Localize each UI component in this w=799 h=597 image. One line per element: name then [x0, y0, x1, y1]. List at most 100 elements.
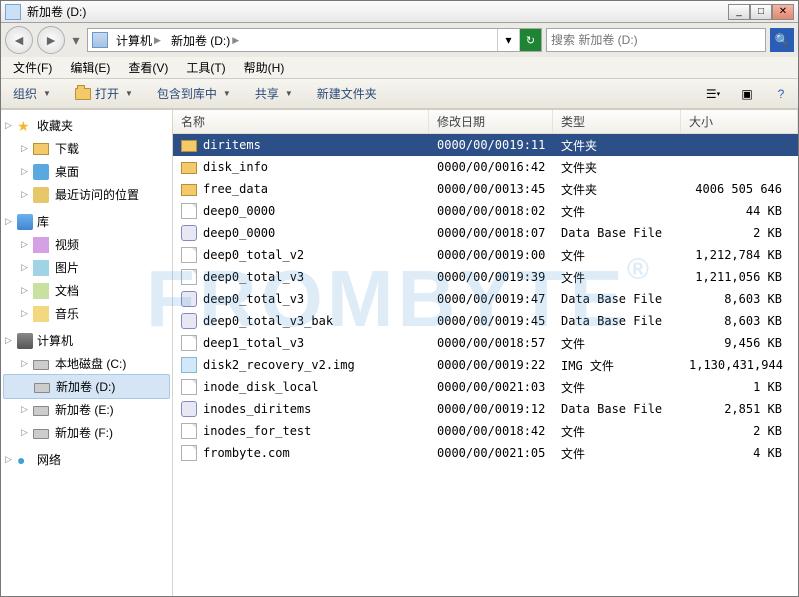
- open-button[interactable]: 打开▼: [69, 83, 139, 104]
- file-size: 4006 505 646: [681, 182, 790, 196]
- file-name: diritems: [203, 138, 261, 152]
- address-bar[interactable]: 计算机▶ 新加卷 (D:)▶ ▾ ↻: [87, 28, 542, 52]
- file-row[interactable]: deep0_total_v30000/00/0019:47Data Base F…: [173, 288, 798, 310]
- col-size[interactable]: 大小: [681, 110, 798, 133]
- db-icon: [181, 291, 197, 307]
- file-type: 文件: [553, 203, 681, 220]
- view-options-button[interactable]: ☰▾: [702, 83, 724, 105]
- sidebar-group-label: 库: [37, 213, 49, 230]
- sidebar-item[interactable]: ▷桌面: [1, 160, 172, 183]
- file-size: 1 KB: [681, 380, 790, 394]
- file-row[interactable]: deep0_00000000/00/0018:07Data Base File2…: [173, 222, 798, 244]
- col-type[interactable]: 类型: [553, 110, 681, 133]
- file-row[interactable]: inodes_diritems0000/00/0019:12Data Base …: [173, 398, 798, 420]
- menu-tools[interactable]: 工具(T): [178, 57, 233, 78]
- sidebar-item[interactable]: ▷文档: [1, 279, 172, 302]
- file-row[interactable]: disk2_recovery_v2.img0000/00/0019:22IMG …: [173, 354, 798, 376]
- menu-edit[interactable]: 编辑(E): [62, 57, 118, 78]
- file-date: 0000/00/0018:42: [429, 424, 553, 438]
- share-button[interactable]: 共享▼: [249, 83, 299, 104]
- forward-button[interactable]: ►: [37, 26, 65, 54]
- file-name: deep0_total_v3_bak: [203, 314, 333, 328]
- file-row[interactable]: deep0_00000000/00/0018:02文件44 KB: [173, 200, 798, 222]
- db-icon: [181, 225, 197, 241]
- address-dropdown[interactable]: ▾: [497, 29, 519, 51]
- breadcrumb-root[interactable]: 计算机▶: [112, 29, 167, 51]
- sidebar-item[interactable]: ▷ 视频: [1, 233, 172, 256]
- help-button[interactable]: ?: [770, 83, 792, 105]
- search-input[interactable]: [547, 30, 765, 50]
- file-row[interactable]: deep1_total_v30000/00/0018:57文件9,456 KB: [173, 332, 798, 354]
- back-button[interactable]: ◄: [5, 26, 33, 54]
- chevron-icon: ▷: [21, 239, 28, 250]
- file-list[interactable]: diritems0000/00/0019:11文件夹disk_info0000/…: [173, 134, 798, 596]
- file-row[interactable]: deep0_total_v20000/00/0019:00文件1,212,784…: [173, 244, 798, 266]
- desk-icon: [33, 164, 49, 180]
- sidebar-item[interactable]: ▷新加卷 (F:): [1, 421, 172, 444]
- menu-file[interactable]: 文件(F): [5, 57, 60, 78]
- column-headers: 名称 修改日期 类型 大小: [173, 110, 798, 134]
- search-button[interactable]: 🔍: [770, 28, 794, 52]
- file-size: 2 KB: [681, 226, 790, 240]
- maximize-button[interactable]: □: [750, 4, 772, 20]
- sidebar-item-label: 图片: [55, 259, 79, 276]
- preview-pane-button[interactable]: ▣: [736, 83, 758, 105]
- sidebar-group-libraries[interactable]: ▷库: [1, 210, 172, 233]
- sidebar-item-label: 音乐: [55, 305, 79, 322]
- file-row[interactable]: frombyte.com0000/00/0021:05文件4 KB: [173, 442, 798, 464]
- minimize-button[interactable]: _: [728, 4, 750, 20]
- file-type: 文件夹: [553, 159, 681, 176]
- file-row[interactable]: deep0_total_v30000/00/0019:39文件1,211,056…: [173, 266, 798, 288]
- sidebar-item[interactable]: 新加卷 (D:): [3, 374, 170, 399]
- history-dropdown[interactable]: ▾: [69, 30, 83, 50]
- sidebar-item[interactable]: ▷音乐: [1, 302, 172, 325]
- sidebar-item-label: 下载: [55, 140, 79, 157]
- file-date: 0000/00/0018:02: [429, 204, 553, 218]
- folder-icon: [181, 162, 197, 174]
- file-row[interactable]: inodes_for_test0000/00/0018:42文件2 KB: [173, 420, 798, 442]
- mus-icon: [33, 306, 49, 322]
- file-type: 文件: [553, 445, 681, 462]
- sidebar-item[interactable]: ▷新加卷 (E:): [1, 398, 172, 421]
- file-date: 0000/00/0019:12: [429, 402, 553, 416]
- file-icon: [181, 203, 197, 219]
- sidebar-group-favorites[interactable]: ▷★收藏夹: [1, 114, 172, 137]
- file-row[interactable]: disk_info0000/00/0016:42文件夹: [173, 156, 798, 178]
- include-button[interactable]: 包含到库中▼: [151, 83, 237, 104]
- file-icon: [181, 247, 197, 263]
- sidebar-item[interactable]: ▷ 图片: [1, 256, 172, 279]
- sidebar-item-label: 视频: [55, 236, 79, 253]
- menu-help[interactable]: 帮助(H): [236, 57, 293, 78]
- sidebar-group-label: 计算机: [37, 332, 73, 349]
- file-name: deep0_total_v3: [203, 270, 304, 284]
- titlebar[interactable]: 新加卷 (D:) _ □ ✕: [1, 1, 798, 23]
- file-row[interactable]: free_data0000/00/0013:45文件夹4006 505 646: [173, 178, 798, 200]
- drive-icon: [33, 429, 49, 439]
- sidebar-item[interactable]: ▷最近访问的位置: [1, 183, 172, 206]
- sidebar-group-computer[interactable]: ▷计算机: [1, 329, 172, 352]
- sidebar-group-network[interactable]: ▷●网络: [1, 448, 172, 471]
- sidebar-item[interactable]: ▷下载: [1, 137, 172, 160]
- menu-view[interactable]: 查看(V): [120, 57, 176, 78]
- organize-button[interactable]: 组织▼: [7, 83, 57, 104]
- file-row[interactable]: inode_disk_local0000/00/0021:03文件1 KB: [173, 376, 798, 398]
- close-button[interactable]: ✕: [772, 4, 794, 20]
- chevron-icon: ▷: [21, 358, 28, 369]
- chevron-icon: ▷: [21, 262, 28, 273]
- file-date: 0000/00/0016:42: [429, 160, 553, 174]
- file-size: 1,211,056 KB: [681, 270, 790, 284]
- navigation-pane[interactable]: ▷★收藏夹▷下载▷桌面▷最近访问的位置 ▷库▷视频▷图片▷文档▷音乐 ▷计算机▷…: [1, 110, 173, 596]
- file-row[interactable]: deep0_total_v3_bak0000/00/0019:45Data Ba…: [173, 310, 798, 332]
- sidebar-item-label: 最近访问的位置: [55, 186, 139, 203]
- file-row[interactable]: diritems0000/00/0019:11文件夹: [173, 134, 798, 156]
- refresh-button[interactable]: ↻: [519, 29, 541, 51]
- col-date[interactable]: 修改日期: [429, 110, 553, 133]
- sidebar-item[interactable]: ▷本地磁盘 (C:): [1, 352, 172, 375]
- search-box[interactable]: [546, 28, 766, 52]
- breadcrumb-current[interactable]: 新加卷 (D:)▶: [167, 29, 245, 51]
- folder-icon: [33, 143, 49, 155]
- file-name: deep0_0000: [203, 226, 275, 240]
- col-name[interactable]: 名称: [173, 110, 429, 133]
- chevron-icon: ▷: [21, 166, 28, 177]
- newfolder-button[interactable]: 新建文件夹: [311, 83, 383, 104]
